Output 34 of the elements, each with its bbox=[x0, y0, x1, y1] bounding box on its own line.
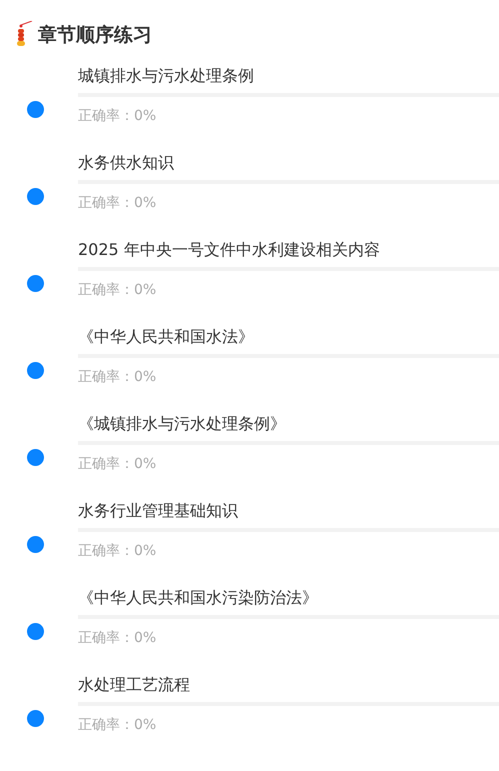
chapter-title: 《中华人民共和国水法》 bbox=[78, 326, 255, 348]
accuracy-text: 正确率：0% bbox=[78, 107, 158, 126]
chapter-title: 水务供水知识 bbox=[78, 152, 175, 174]
chapter-item[interactable]: 《城镇排水与污水处理条例》 正确率：0% bbox=[0, 410, 499, 497]
chapter-title: 2025 年中央一号文件中水利建设相关内容 bbox=[78, 239, 381, 261]
page-title: 章节顺序练习 bbox=[38, 22, 152, 48]
bullet-icon bbox=[26, 188, 44, 205]
accuracy-text: 正确率：0% bbox=[78, 368, 158, 387]
chapter-title: 水务行业管理基础知识 bbox=[78, 500, 239, 522]
bullet-icon bbox=[26, 101, 44, 118]
chapter-item[interactable]: 《中华人民共和国水法》 正确率：0% bbox=[0, 323, 499, 410]
chapter-title: 水处理工艺流程 bbox=[78, 674, 191, 696]
chapter-item[interactable]: 《中华人民共和国水污染防治法》 正确率：0% bbox=[0, 584, 499, 671]
bullet-icon bbox=[26, 536, 44, 553]
accuracy-text: 正确率：0% bbox=[78, 629, 158, 648]
accuracy-text: 正确率：0% bbox=[78, 281, 158, 300]
firecracker-icon bbox=[16, 21, 34, 49]
accuracy-text: 正确率：0% bbox=[78, 716, 158, 735]
chapter-item[interactable]: 2025 年中央一号文件中水利建设相关内容 正确率：0% bbox=[0, 236, 499, 323]
chapter-title: 《中华人民共和国水污染防治法》 bbox=[78, 587, 319, 609]
chapter-item[interactable]: 水务行业管理基础知识 正确率：0% bbox=[0, 497, 499, 584]
bullet-icon bbox=[26, 275, 44, 292]
bullet-icon bbox=[26, 362, 44, 379]
chapter-title: 城镇排水与污水处理条例 bbox=[78, 65, 255, 87]
chapter-item[interactable]: 城镇排水与污水处理条例 正确率：0% bbox=[0, 62, 499, 149]
bullet-icon bbox=[26, 623, 44, 640]
accuracy-text: 正确率：0% bbox=[78, 194, 158, 213]
chapter-item[interactable]: 水处理工艺流程 正确率：0% bbox=[0, 671, 499, 758]
accuracy-text: 正确率：0% bbox=[78, 542, 158, 561]
chapter-item[interactable]: 水务供水知识 正确率：0% bbox=[0, 149, 499, 236]
chapter-title: 《城镇排水与污水处理条例》 bbox=[78, 413, 287, 435]
accuracy-text: 正确率：0% bbox=[78, 455, 158, 474]
bullet-icon bbox=[26, 449, 44, 466]
bullet-icon bbox=[26, 710, 44, 727]
